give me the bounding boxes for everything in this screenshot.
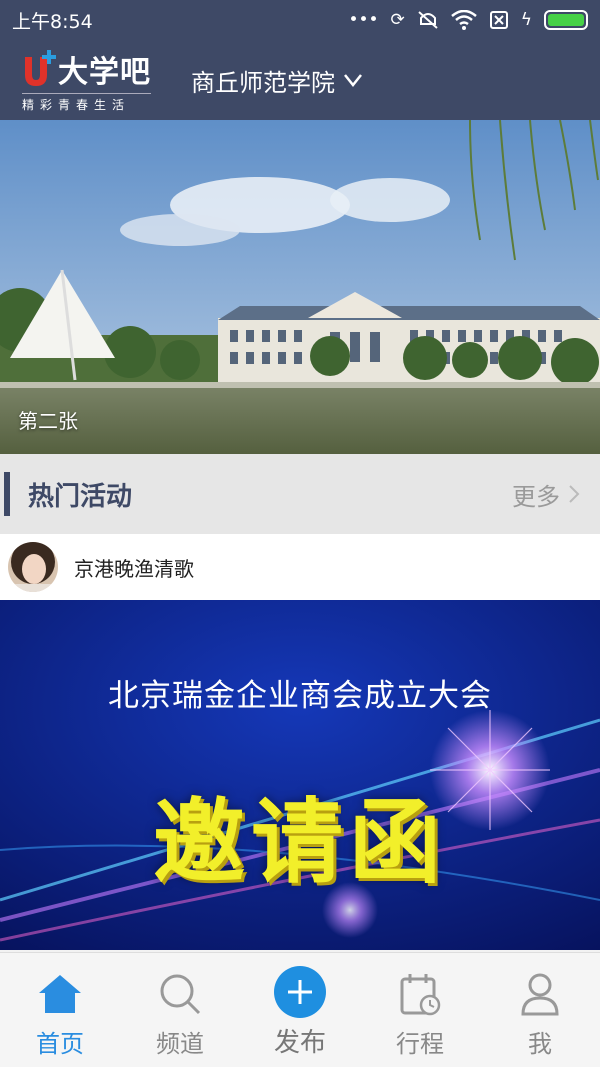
logo-tagline: 精彩青春生活 [22, 93, 151, 113]
chevron-down-icon [344, 74, 362, 87]
hot-activities-header: 热门活动 更多 [0, 454, 600, 534]
sim-icon [489, 11, 508, 29]
battery-icon [544, 10, 588, 30]
status-bar: 上午8:54 ••• ⟳ ϟ [0, 0, 600, 40]
nav-me[interactable]: 我 [480, 953, 600, 1067]
charging-icon: ϟ [520, 10, 532, 30]
more-icon: ••• [348, 10, 379, 30]
nav-me-label: 我 [528, 1030, 552, 1058]
search-icon [160, 974, 201, 1015]
activity-poster[interactable]: 北京瑞金企业商会成立大会 邀请函 [0, 600, 600, 950]
more-label: 更多 [512, 482, 560, 511]
app-header: 大学吧 精彩青春生活 商丘师范学院 [0, 40, 600, 120]
nav-channel-label: 频道 [156, 1030, 204, 1058]
nav-publish-label: 发布 [273, 1028, 326, 1058]
nav-channel[interactable]: 频道 [120, 953, 240, 1067]
banner-carousel[interactable]: 第二张 [0, 120, 600, 454]
status-icons: ••• ⟳ ϟ [348, 10, 588, 30]
user-icon [521, 973, 559, 1016]
school-selector[interactable]: 商丘师范学院 [191, 63, 363, 98]
home-icon [39, 975, 81, 1013]
logo-u-icon [22, 49, 56, 89]
bottom-nav: 首页 频道 发布 行程 我 [0, 952, 600, 1067]
poster-main-text: 邀请函 [152, 788, 447, 896]
poster-title: 北京瑞金企业商会成立大会 [108, 678, 492, 714]
banner-image [0, 120, 600, 454]
more-link[interactable]: 更多 [512, 477, 580, 512]
status-time: 上午8:54 [12, 10, 93, 33]
nav-schedule[interactable]: 行程 [360, 953, 480, 1067]
nav-publish[interactable]: 发布 [240, 953, 360, 1067]
logo-name: 大学吧 [58, 55, 151, 90]
nav-schedule-label: 行程 [396, 1030, 444, 1058]
section-accent-bar [4, 472, 10, 516]
nav-home-label: 首页 [36, 1030, 84, 1058]
wifi-icon [450, 10, 477, 30]
plus-icon [274, 966, 326, 1018]
avatar[interactable] [8, 542, 58, 592]
sync-icon: ⟳ [390, 10, 405, 30]
school-name: 商丘师范学院 [191, 68, 335, 97]
calendar-icon [400, 974, 441, 1016]
author-name: 京港晚渔清歌 [74, 556, 194, 581]
activity-author-row[interactable]: 京港晚渔清歌 [0, 534, 600, 600]
chevron-right-icon [569, 485, 580, 503]
battery-fill [548, 14, 584, 26]
mute-icon [418, 11, 438, 29]
app-logo[interactable]: 大学吧 精彩青春生活 [22, 47, 151, 113]
section-title: 热门活动 [28, 481, 133, 512]
nav-home[interactable]: 首页 [0, 953, 120, 1067]
banner-caption: 第二张 [18, 409, 78, 433]
